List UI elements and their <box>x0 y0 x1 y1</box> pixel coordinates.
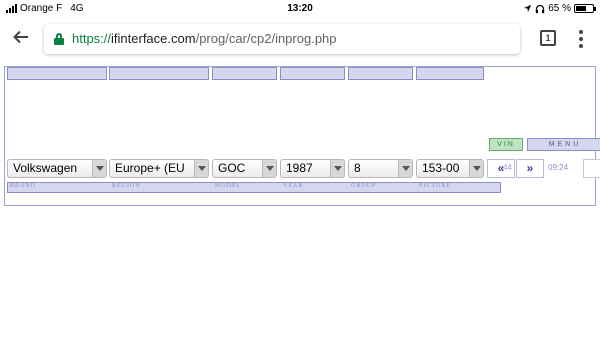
bar-cell-region <box>109 67 209 80</box>
model-select-value: GOC <box>218 161 246 175</box>
lock-icon <box>54 33 64 45</box>
address-bar[interactable]: https://ifinterface.com/prog/car/cp2/inp… <box>44 24 520 54</box>
chevron-down-icon <box>398 160 412 177</box>
picture-select[interactable]: 153-00 <box>416 159 484 178</box>
url-host: ifinterface.com <box>111 31 196 46</box>
brand-select[interactable]: Volkswagen <box>7 159 107 178</box>
status-bar: Orange F 4G 13:20 65 % <box>0 0 600 18</box>
menu-button[interactable]: MENU <box>527 138 600 151</box>
region-select-value: Europe+ (EU <box>115 161 185 175</box>
status-right: 65 % <box>523 3 596 14</box>
year-select-value: 1987 <box>286 161 313 175</box>
next-button[interactable]: » <box>516 159 544 178</box>
picture-select-value: 153-00 <box>422 161 460 175</box>
region-select[interactable]: Europe+ (EU <box>109 159 209 178</box>
url-text[interactable]: https://ifinterface.com/prog/car/cp2/inp… <box>72 31 337 46</box>
chevron-down-icon <box>330 160 344 177</box>
label-region: REGION <box>112 183 141 189</box>
label-group: GROUP <box>351 183 377 189</box>
more-vert-icon[interactable] <box>578 30 584 48</box>
brand-select-value: Volkswagen <box>13 161 78 175</box>
battery-fill <box>576 6 587 11</box>
web-page: VIN MENU Volkswagen Europe+ (EU GOC 1987… <box>0 60 600 338</box>
prev-ghost-text: 44 <box>503 163 512 172</box>
label-year: YEAR <box>283 183 304 189</box>
chevron-down-icon <box>262 160 276 177</box>
browser-toolbar: https://ifinterface.com/prog/car/cp2/inp… <box>0 18 600 60</box>
bar-cell-model <box>212 67 277 80</box>
year-select[interactable]: 1987 <box>280 159 345 178</box>
bar-cell-brand <box>7 67 107 80</box>
group-select-value: 8 <box>354 161 361 175</box>
url-scheme: https:// <box>72 31 112 46</box>
bar-cell-picture <box>416 67 484 80</box>
battery-percentage: 65 % <box>548 3 571 14</box>
label-model: MODEL <box>215 183 242 189</box>
chevron-down-icon <box>469 160 483 177</box>
label-brand: BRAND <box>10 183 37 189</box>
status-time: 13:20 <box>287 3 313 14</box>
location-arrow-icon <box>524 4 532 13</box>
model-select[interactable]: GOC <box>212 159 277 178</box>
headphones-icon <box>536 4 545 13</box>
battery-icon <box>574 4 596 13</box>
group-select[interactable]: 8 <box>348 159 413 178</box>
label-picture: PICTURE <box>419 183 452 189</box>
back-button[interactable] <box>12 28 34 50</box>
bar-cell-group <box>348 67 413 80</box>
time-label: 09:24 <box>548 163 569 172</box>
app-frame: VIN MENU Volkswagen Europe+ (EU GOC 1987… <box>4 66 600 206</box>
back-arrow-icon <box>13 30 28 44</box>
url-path: /prog/car/cp2/inprog.php <box>195 31 337 46</box>
tabs-icon[interactable]: 1 <box>540 30 556 46</box>
extra-input[interactable] <box>583 159 600 178</box>
chevron-down-icon <box>92 160 106 177</box>
bar-cell-year <box>280 67 345 80</box>
vin-button[interactable]: VIN <box>489 138 523 151</box>
chevron-down-icon <box>194 160 208 177</box>
